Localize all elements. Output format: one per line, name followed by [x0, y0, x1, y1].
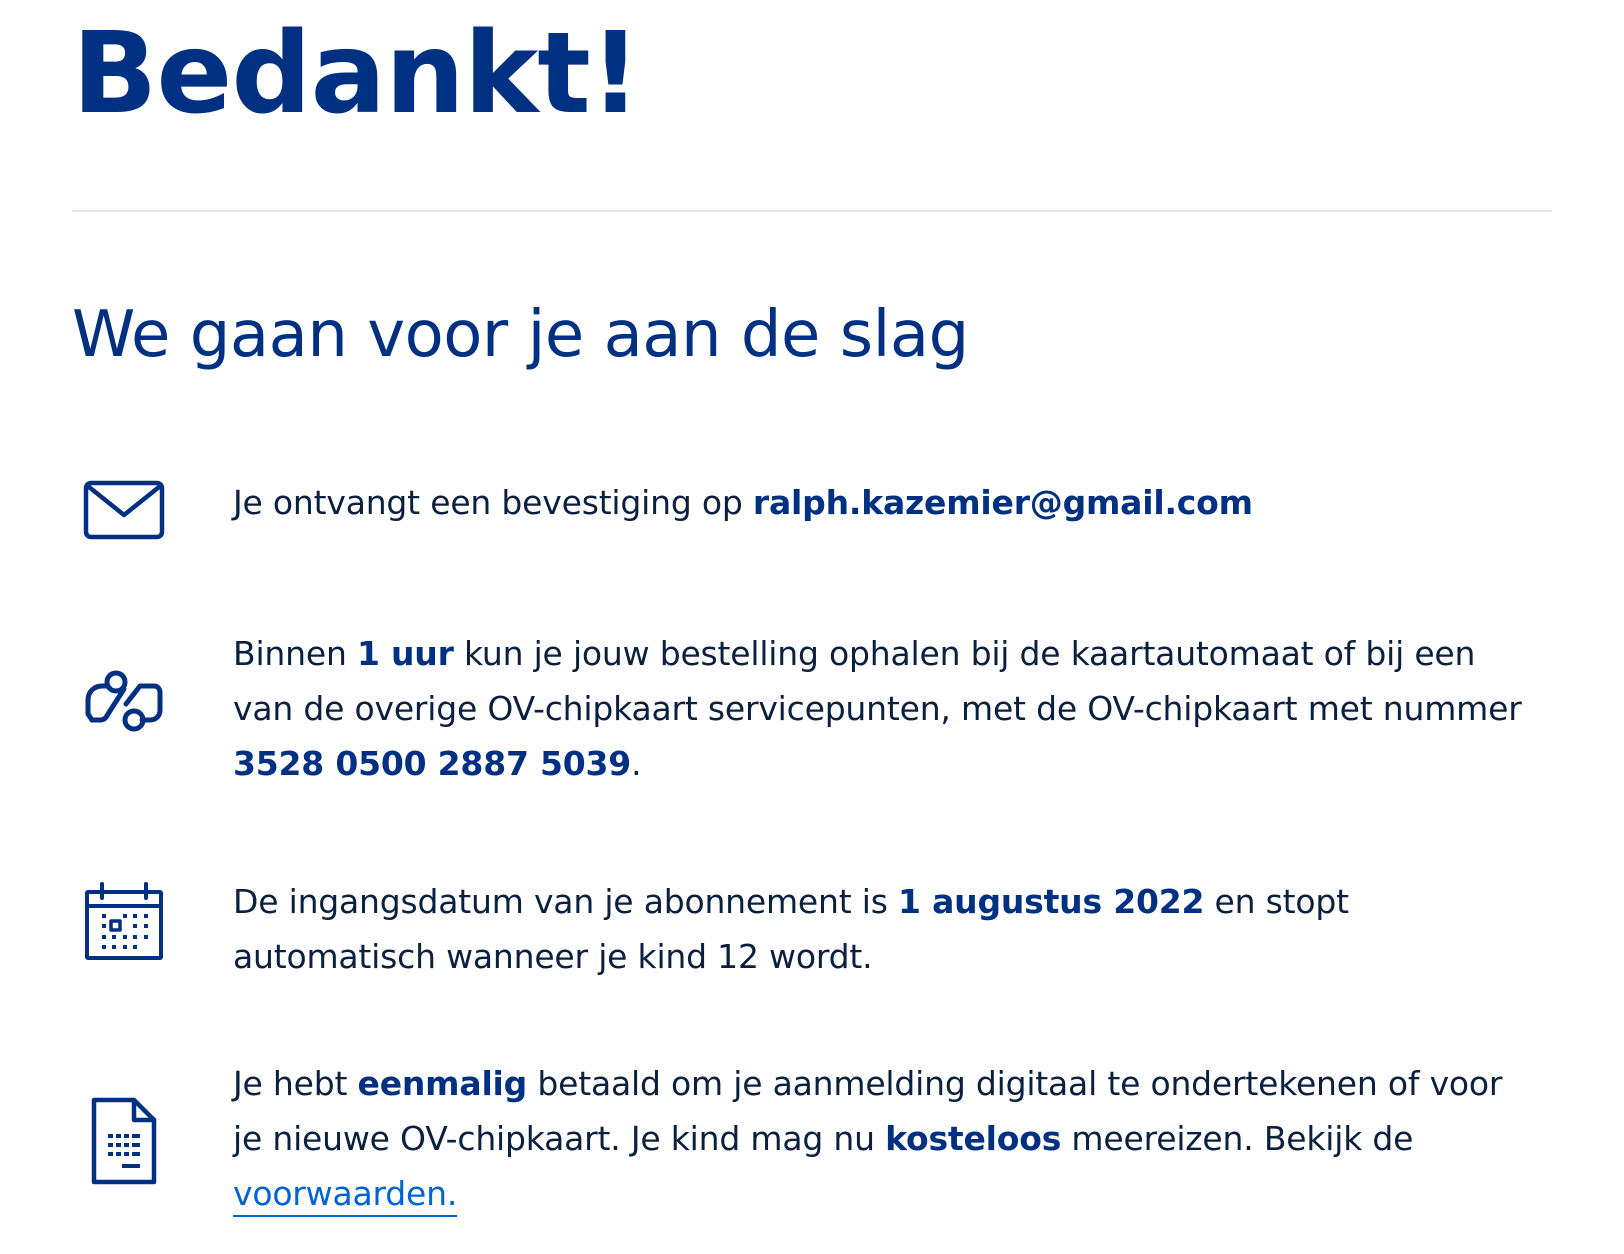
email-confirmation-text: Je ontvangt een bevestiging op ralph.kaz…: [233, 483, 1253, 522]
pickup-route-icon: [82, 658, 166, 742]
document-icon: [88, 1096, 160, 1186]
section-title: We gaan voor je aan de slag: [72, 298, 969, 372]
pickup-time: 1 uur: [356, 634, 454, 673]
ov-chipkaart-number: 3528 0500 2887 5039: [233, 744, 632, 783]
start-date-text: De ingangsdatum van je abonnement is 1 a…: [233, 882, 1349, 976]
start-date: 1 augustus 2022: [898, 882, 1205, 921]
travel-cost: kosteloos: [885, 1119, 1062, 1158]
payment-text: Je hebt eenmalig betaald om je aanmeldin…: [233, 1056, 1533, 1221]
confirmation-email: ralph.kazemier@gmail.com: [752, 483, 1253, 522]
calendar-icon: [82, 880, 166, 964]
page-title: Bedankt!: [72, 9, 641, 139]
envelope-icon: [82, 470, 166, 554]
divider: [72, 210, 1552, 212]
conditions-link[interactable]: voorwaarden.: [233, 1174, 457, 1217]
pickup-text: Binnen 1 uur kun je jouw bestelling opha…: [233, 634, 1522, 783]
payment-frequency: eenmalig: [357, 1064, 528, 1103]
